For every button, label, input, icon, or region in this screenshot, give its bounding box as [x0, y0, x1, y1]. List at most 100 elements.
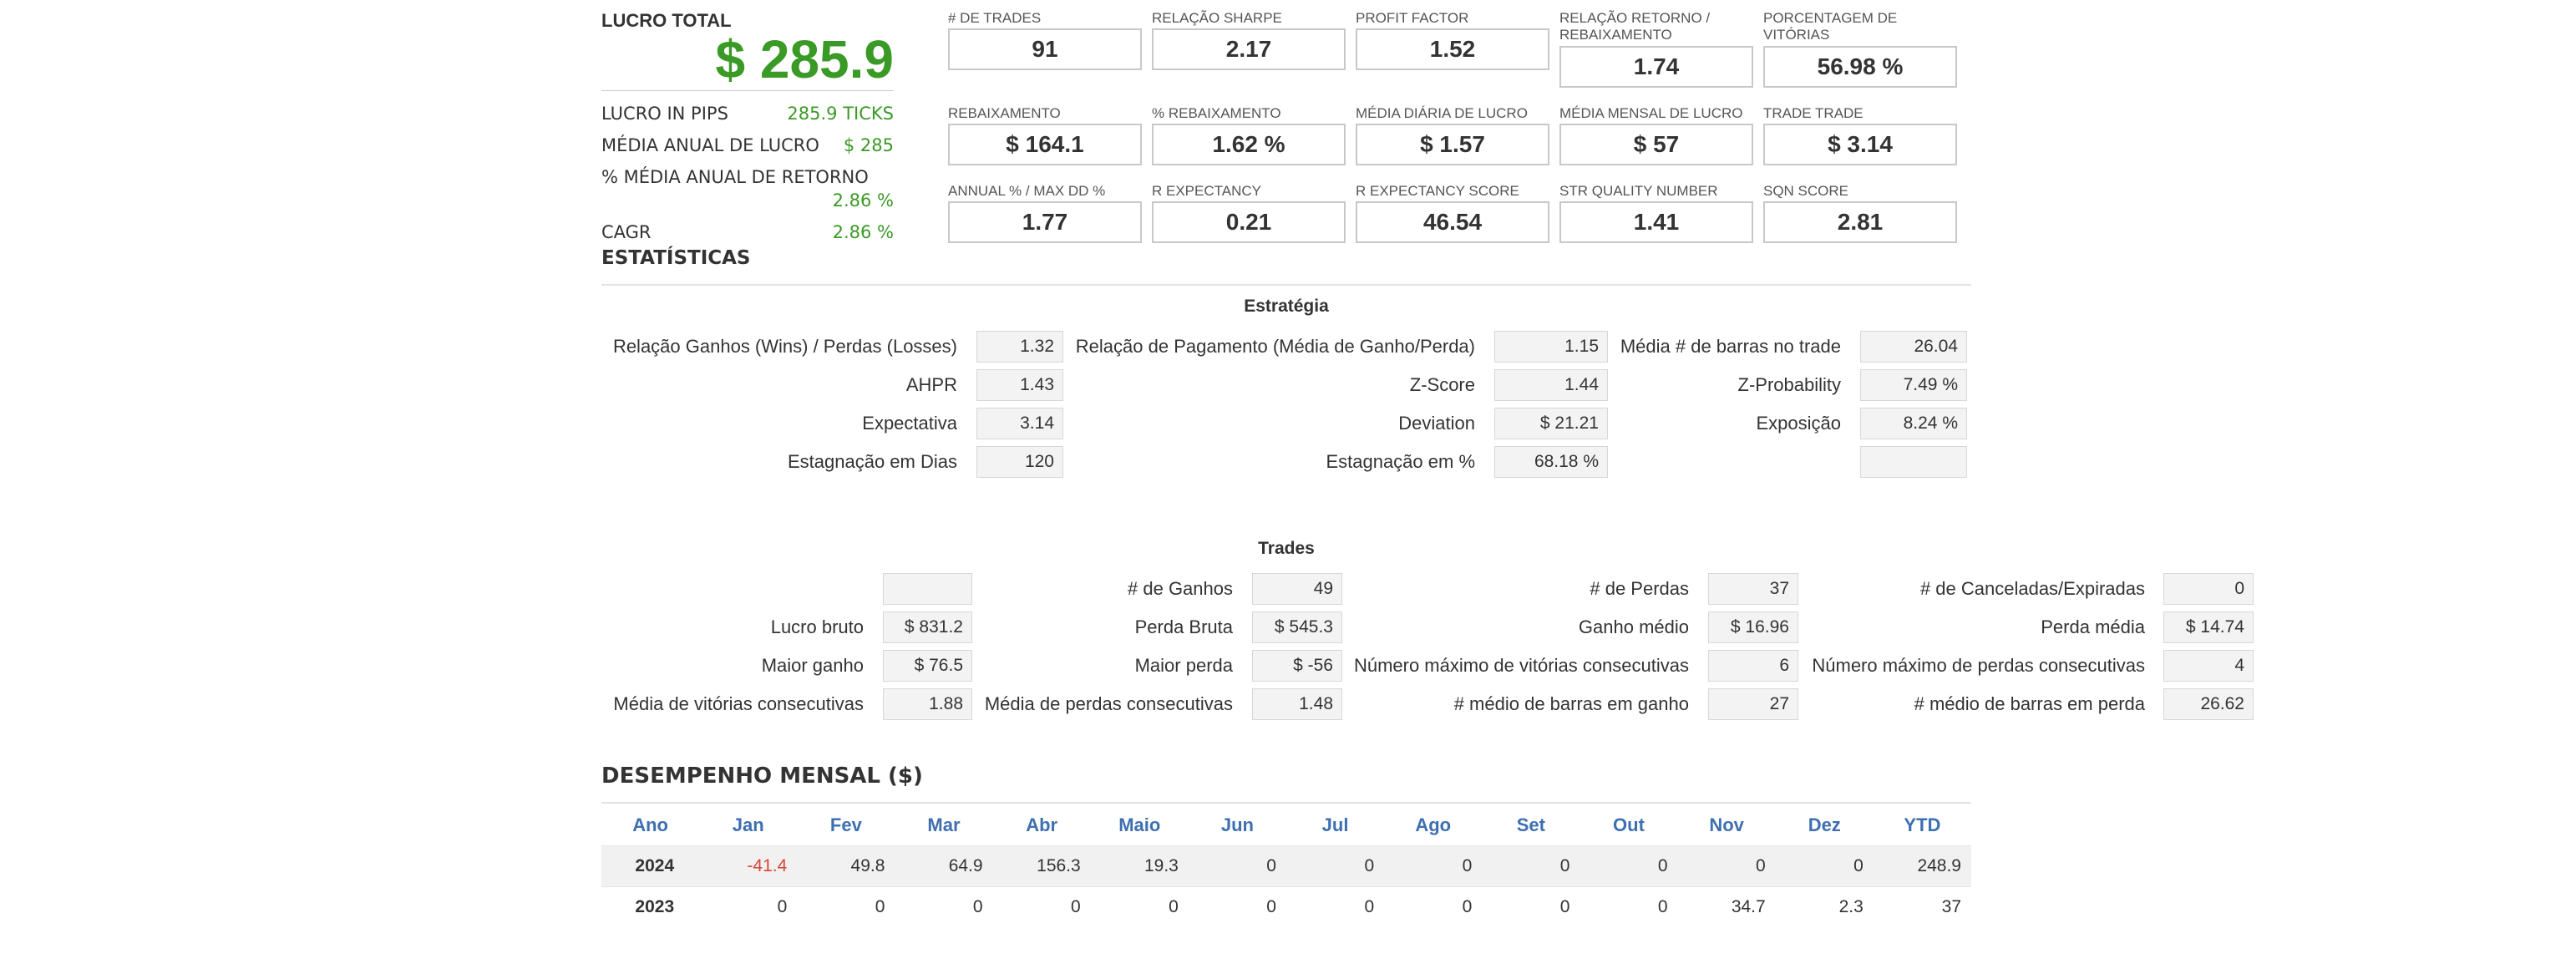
trades-value: 1.88	[883, 688, 972, 720]
strategy-value: 68.18 %	[1494, 446, 1608, 478]
trades-label: Maior perda	[1134, 655, 1233, 676]
monthly-header-row: Ano Jan Fev Mar Abr Maio Jun Jul Ago Set…	[601, 805, 1971, 846]
strategy-value: 3.14	[976, 408, 1063, 439]
column-header[interactable]: Jan	[699, 805, 797, 846]
trades-label: # de Ganhos	[1128, 578, 1233, 599]
card-return-drawdown-label: RELAÇÃO RETORNO / REBAIXAMENTO	[1559, 10, 1711, 43]
ytd-value: 37	[1873, 886, 1971, 927]
card-win-percentage-value: 56.98 %	[1763, 46, 1957, 88]
total-profit-value: $ 285.9	[715, 29, 894, 89]
monthly-performance-table: Ano Jan Fev Mar Abr Maio Jun Jul Ago Set…	[601, 805, 1971, 927]
trades-value: 4	[2163, 650, 2254, 682]
strategy-title: Estratégia	[1244, 297, 1329, 316]
trades-label: # de Perdas	[1590, 578, 1689, 599]
trades-label: Maior ganho	[761, 655, 864, 676]
month-value: 0	[1482, 886, 1580, 927]
strategy-label: Relação de Pagamento (Média de Ganho/Per…	[1075, 336, 1475, 357]
month-value: 19.3	[1090, 845, 1189, 887]
trades-label: Ganho médio	[1578, 616, 1689, 637]
annual-return-value: 2.86 %	[832, 190, 894, 211]
trades-value: $ 76.5	[883, 650, 972, 682]
card-sqn-score-value: 2.81	[1763, 201, 1957, 243]
strategy-value: 1.43	[976, 369, 1063, 401]
month-value: 0	[1775, 845, 1874, 887]
trades-label: Perda média	[2041, 616, 2145, 637]
cagr-value: 2.86 %	[832, 222, 894, 242]
column-header[interactable]: Ano	[601, 805, 699, 846]
month-value: 0	[1677, 845, 1776, 887]
trades-value: $ 831.2	[883, 611, 972, 643]
trades-value: $ 14.74	[2163, 611, 2254, 643]
month-value: 0	[1090, 886, 1189, 927]
strategy-label: Estagnação em Dias	[788, 451, 957, 472]
card-drawdown-label: REBAIXAMENTO	[948, 105, 1061, 121]
trades-value: 1.48	[1252, 688, 1342, 720]
column-header[interactable]: Nov	[1678, 805, 1776, 846]
statistics-divider	[601, 284, 1971, 286]
trades-label: Média de vitórias consecutivas	[613, 693, 864, 714]
column-header[interactable]: Jun	[1189, 805, 1286, 846]
ytd-value: 248.9	[1873, 845, 1971, 887]
month-value: 0	[1384, 886, 1483, 927]
month-value: 64.9	[895, 845, 993, 887]
month-value: 0	[699, 886, 798, 927]
strategy-label: AHPR	[905, 374, 957, 395]
trades-value: 6	[1708, 650, 1798, 682]
monthly-divider	[601, 802, 1971, 804]
card-drawdown-pct-label: % REBAIXAMENTO	[1152, 105, 1281, 121]
card-r-expectancy-score-value: 46.54	[1356, 201, 1549, 243]
trades-label: Lucro bruto	[770, 616, 864, 637]
month-value: 0	[1580, 845, 1678, 887]
card-trade-trade-label: TRADE TRADE	[1763, 105, 1864, 121]
trades-label: # médio de barras em perda	[1914, 693, 2145, 714]
monthly-performance-heading: DESEMPENHO MENSAL ($)	[601, 764, 923, 789]
month-value: -41.4	[699, 845, 798, 887]
card-r-expectancy-value: 0.21	[1152, 201, 1346, 243]
strategy-label: Z-Probability	[1737, 374, 1841, 395]
card-drawdown-pct-value: 1.62 %	[1152, 124, 1346, 165]
card-sqn-score-label: SQN SCORE	[1763, 183, 1849, 199]
column-header[interactable]: Jul	[1286, 805, 1384, 846]
trades-value: 27	[1708, 688, 1798, 720]
card-trade-trade-value: $ 3.14	[1763, 124, 1957, 165]
cagr-label: CAGR	[601, 222, 652, 242]
column-header[interactable]: Dez	[1776, 805, 1874, 846]
profit-pips-value: 285.9 TICKS	[787, 104, 894, 124]
column-header[interactable]: Abr	[993, 805, 1091, 846]
card-profit-factor-value: 1.52	[1356, 28, 1549, 70]
strategy-label: Exposição	[1756, 413, 1841, 434]
card-str-quality-value: 1.41	[1559, 201, 1753, 243]
column-header[interactable]: Mar	[895, 805, 992, 846]
month-value: 0	[797, 886, 895, 927]
strategy-value	[1860, 446, 1967, 478]
strategy-label: Deviation	[1398, 413, 1475, 434]
strategy-value: 1.44	[1494, 369, 1608, 401]
column-header[interactable]: Maio	[1091, 805, 1189, 846]
column-header[interactable]: Ago	[1384, 805, 1482, 846]
month-value: 156.3	[992, 845, 1091, 887]
table-row: 2023 0 0 0 0 0 0 0 0 0 0 34.7 2.3 37	[601, 886, 1971, 927]
strategy-value: 26.04	[1860, 331, 1967, 363]
month-value: 0	[1482, 845, 1580, 887]
card-drawdown-value: $ 164.1	[948, 124, 1142, 165]
column-header[interactable]: YTD	[1874, 805, 1971, 846]
month-value: 0	[1188, 845, 1286, 887]
trades-value: $ 16.96	[1708, 611, 1798, 643]
trades-label: Número máximo de perdas consecutivas	[1812, 655, 2145, 676]
column-header[interactable]: Fev	[797, 805, 895, 846]
column-header[interactable]: Set	[1482, 805, 1580, 846]
table-row: 2024 -41.4 49.8 64.9 156.3 19.3 0 0 0 0 …	[601, 845, 1971, 887]
strategy-value: 7.49 %	[1860, 369, 1967, 401]
card-annual-maxdd-value: 1.77	[948, 201, 1142, 243]
card-sharpe-value: 2.17	[1152, 28, 1346, 70]
annual-profit-value: $ 285	[843, 135, 894, 155]
card-r-expectancy-label: R EXPECTANCY	[1152, 183, 1261, 199]
card-str-quality-label: STR QUALITY NUMBER	[1559, 183, 1718, 199]
trades-title: Trades	[1258, 539, 1315, 558]
trades-value: 0	[2163, 573, 2254, 605]
month-value: 0	[1580, 886, 1678, 927]
column-header[interactable]: Out	[1580, 805, 1677, 846]
trades-label: Número máximo de vitórias consecutivas	[1353, 655, 1689, 676]
strategy-value: 8.24 %	[1860, 408, 1967, 439]
card-win-percentage-label: PORCENTAGEM DE VITÓRIAS	[1763, 10, 1898, 43]
